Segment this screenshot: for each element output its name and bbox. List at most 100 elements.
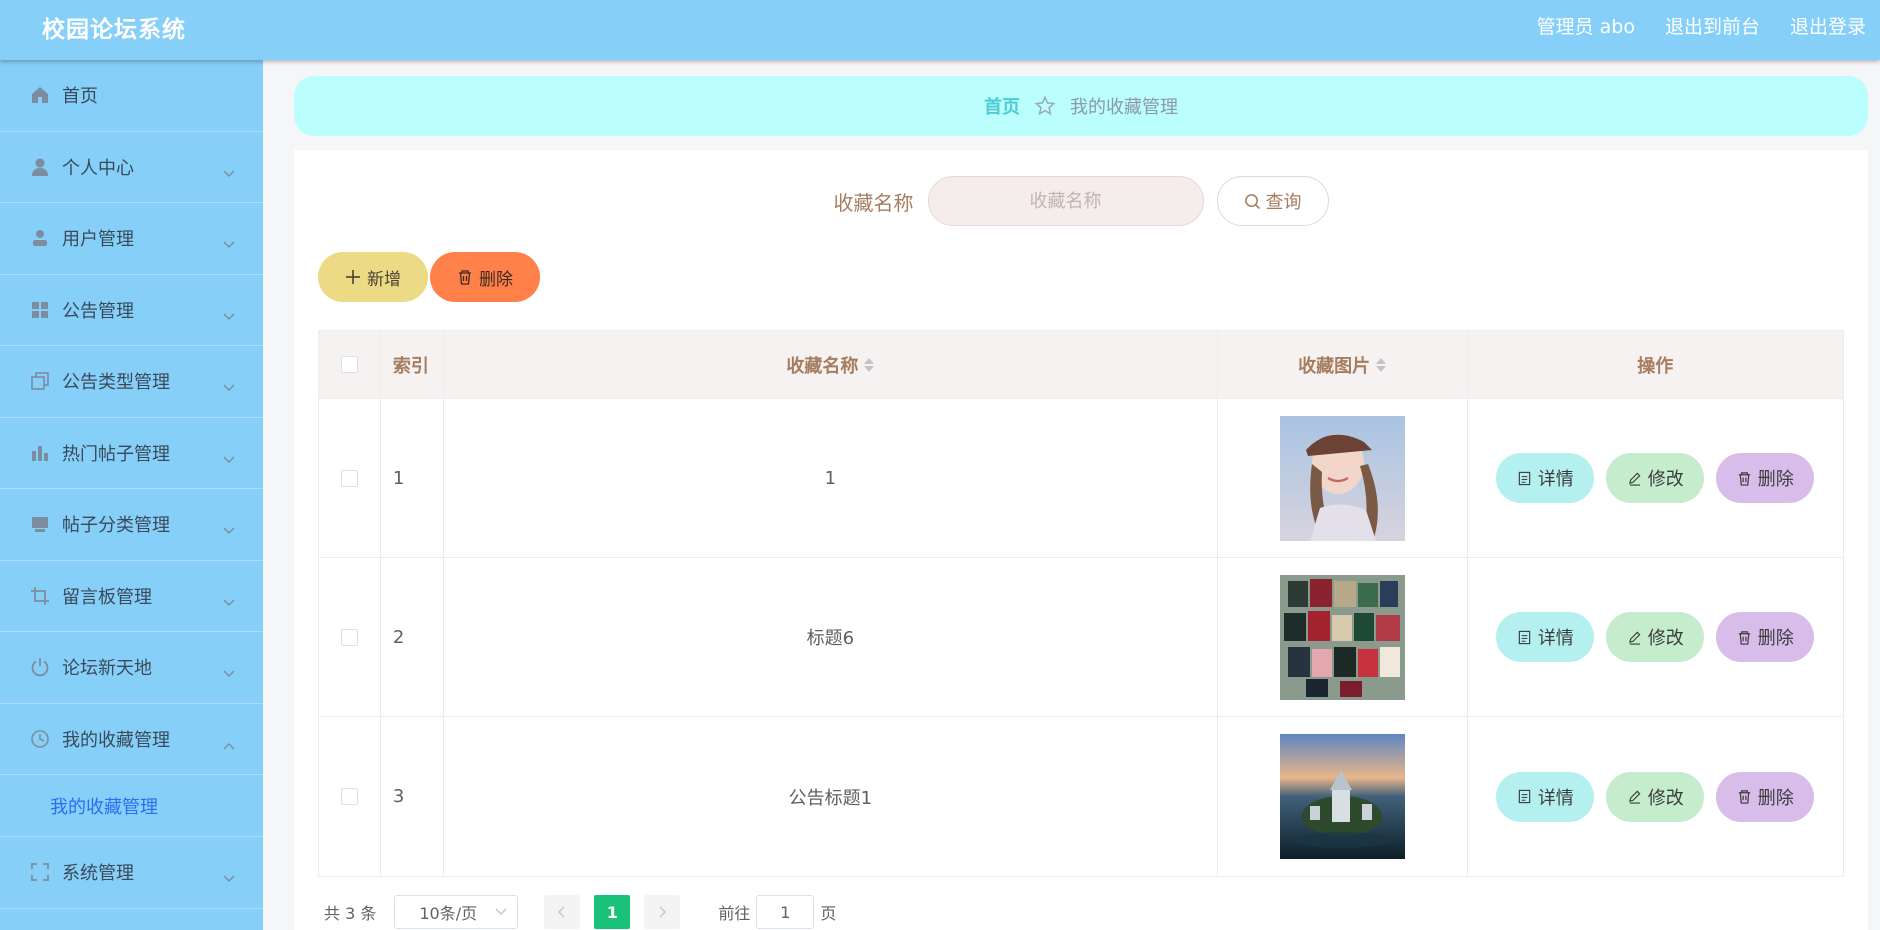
- breadcrumb: 首页 我的收藏管理: [294, 76, 1868, 136]
- edit-button[interactable]: 修改: [1606, 612, 1705, 662]
- remove-button-label: 删除: [1757, 469, 1794, 490]
- sort-icon[interactable]: [1376, 357, 1387, 372]
- detail-button-label: 详情: [1537, 628, 1574, 649]
- row-image-cell: [1218, 399, 1468, 557]
- row-index-cell: 2: [381, 558, 444, 716]
- pagination: 共 3 条 10条/页 1 前往 页: [324, 894, 836, 930]
- chevron-down-icon: [223, 377, 235, 392]
- admin-user-link[interactable]: 管理员 abo: [1537, 12, 1635, 39]
- chevron-down-icon: [223, 592, 235, 606]
- remove-button[interactable]: 删除: [1716, 612, 1815, 662]
- exit-to-frontend-link[interactable]: 退出到前台: [1665, 12, 1760, 39]
- detail-button[interactable]: 详情: [1496, 612, 1595, 662]
- sidebar-item-announcement-type-management[interactable]: 公告类型管理: [0, 346, 263, 418]
- column-header-actions: 操作: [1637, 355, 1674, 377]
- table-row: 3 公告标题1 详情 修改 删除: [319, 717, 1843, 876]
- edit-button-label: 修改: [1647, 787, 1684, 809]
- star-icon: [1034, 95, 1056, 116]
- chevron-down-icon: [223, 306, 235, 320]
- row-checkbox[interactable]: [340, 788, 358, 805]
- sidebar-item-message-board-management[interactable]: 留言板管理: [0, 561, 263, 632]
- page-number-button[interactable]: 1: [594, 895, 631, 929]
- detail-button-label: 详情: [1537, 787, 1574, 809]
- sidebar-item-system-management[interactable]: 系统管理: [0, 837, 263, 909]
- row-index: 3: [392, 786, 405, 807]
- row-name: 标题6: [806, 628, 855, 649]
- column-header-name: 收藏名称: [786, 355, 859, 377]
- sidebar-item-home[interactable]: 首页: [0, 60, 263, 132]
- edit-button[interactable]: 修改: [1606, 771, 1705, 822]
- row-checkbox[interactable]: [340, 469, 358, 487]
- row-name: 1: [824, 467, 837, 489]
- remove-button[interactable]: 删除: [1716, 453, 1815, 503]
- sidebar-item-label: 帖子分类管理: [62, 515, 170, 537]
- submenu-item-my-favorites-management[interactable]: 我的收藏管理: [0, 775, 263, 837]
- header-image[interactable]: 收藏图片: [1218, 331, 1468, 398]
- aerial-castle-photo[interactable]: [1279, 734, 1405, 859]
- page-size-select[interactable]: 10条/页: [394, 895, 519, 929]
- row-index-cell: 3: [381, 717, 444, 876]
- row-index: 2: [392, 626, 405, 648]
- chevron-up-icon: [223, 735, 235, 750]
- remove-button-label: 删除: [1757, 787, 1794, 809]
- search-label: 收藏名称: [833, 190, 914, 215]
- sidebar-item-label: 首页: [62, 86, 98, 108]
- row-checkbox-cell: [319, 717, 381, 876]
- bar-chart-icon: [30, 443, 50, 463]
- sidebar-item-user-management[interactable]: 用户管理: [0, 203, 263, 275]
- row-checkbox[interactable]: [340, 628, 358, 646]
- breadcrumb-home-link[interactable]: 首页: [984, 93, 1020, 119]
- chevron-down-icon: [223, 163, 235, 177]
- sidebar-item-label: 个人中心: [62, 157, 134, 179]
- chevron-down-icon: [495, 908, 507, 915]
- goto-page-input[interactable]: [756, 895, 815, 929]
- next-page-button[interactable]: [644, 895, 681, 929]
- sidebar-item-hot-posts-management[interactable]: 热门帖子管理: [0, 418, 263, 489]
- sidebar-item-personal-center[interactable]: 个人中心: [0, 132, 263, 203]
- sidebar-item-label: 公告类型管理: [62, 372, 170, 394]
- user-manage-icon: [30, 228, 50, 248]
- detail-button-label: 详情: [1537, 469, 1574, 490]
- page-unit-label: 页: [820, 904, 837, 923]
- monitor-icon: [30, 514, 50, 534]
- chevron-down-icon: [223, 663, 235, 678]
- table-row: 2 标题6 详情 修改 删除: [319, 558, 1843, 717]
- batch-delete-button[interactable]: 删除: [430, 252, 540, 302]
- chevron-down-icon: [223, 234, 235, 249]
- add-button[interactable]: 新增: [318, 252, 428, 302]
- girl-with-cap-photo[interactable]: [1279, 415, 1405, 541]
- edit-button[interactable]: 修改: [1606, 453, 1705, 503]
- logout-link[interactable]: 退出登录: [1790, 12, 1866, 39]
- row-name: 公告标题1: [788, 787, 873, 809]
- sidebar-item-post-category-management[interactable]: 帖子分类管理: [0, 489, 263, 561]
- row-actions-cell: 详情 修改 删除: [1468, 399, 1844, 557]
- search-input[interactable]: [927, 176, 1204, 226]
- detail-button[interactable]: 详情: [1496, 453, 1595, 503]
- power-icon: [30, 657, 50, 677]
- main-panel: 收藏名称 查询 新增 删除 索引 收藏名称 收藏图片 操作 1 1: [294, 150, 1868, 930]
- top-header: 校园论坛系统 管理员 abo 退出到前台 退出登录: [0, 0, 1880, 60]
- remove-button[interactable]: 删除: [1716, 771, 1815, 822]
- row-actions-cell: 详情 修改 删除: [1468, 558, 1844, 716]
- sidebar-item-forum-new-world[interactable]: 论坛新天地: [0, 632, 263, 704]
- trash-icon: [1738, 471, 1750, 486]
- certificates-photo[interactable]: [1279, 574, 1405, 700]
- search-button[interactable]: 查询: [1216, 176, 1329, 226]
- add-button-label: 新增: [367, 269, 401, 290]
- header-links: 管理员 abo 退出到前台 退出登录: [1507, 12, 1866, 39]
- table-header: 索引 收藏名称 收藏图片 操作: [319, 331, 1843, 399]
- prev-page-button[interactable]: [544, 895, 581, 929]
- sidebar: 首页 个人中心 用户管理 公告管理 公告类型管理 热门帖子管理 帖子分类管理 留…: [0, 60, 263, 930]
- sidebar-item-announcement-management[interactable]: 公告管理: [0, 275, 263, 346]
- copy-icon: [30, 371, 50, 391]
- row-checkbox-cell: [319, 558, 381, 716]
- trash-icon: [459, 270, 471, 285]
- detail-button[interactable]: 详情: [1496, 771, 1595, 822]
- select-all-checkbox[interactable]: [340, 356, 358, 373]
- sidebar-item-label: 我的收藏管理: [62, 729, 170, 751]
- sort-icon[interactable]: [864, 357, 875, 372]
- sidebar-item-label: 论坛新天地: [62, 658, 152, 680]
- sidebar-item-my-favorites-management[interactable]: 我的收藏管理: [0, 704, 263, 775]
- sidebar-item-label: 用户管理: [62, 229, 134, 251]
- header-name[interactable]: 收藏名称: [444, 331, 1218, 398]
